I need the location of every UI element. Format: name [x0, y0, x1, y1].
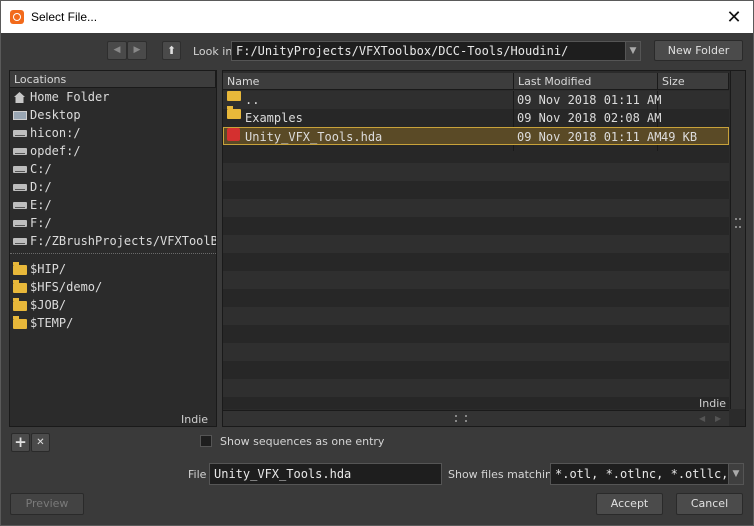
file-name: Examples [245, 111, 303, 125]
file-name-input[interactable]: Unity_VFX_Tools.hda [209, 463, 442, 485]
location-drive-f[interactable]: F:/ [10, 214, 216, 232]
horizontal-scrollbar[interactable]: ◀ ▶ [223, 410, 729, 426]
bookmark-temp[interactable]: $TEMP/ [10, 314, 216, 332]
location-label: F:/ZBrushProjects/VFXToolB [30, 234, 216, 248]
chevron-down-icon: ▼ [629, 46, 637, 56]
location-label: E:/ [30, 198, 52, 212]
drive-icon [13, 148, 27, 155]
location-home-folder[interactable]: Home Folder [10, 88, 216, 106]
bookmark-hip[interactable]: $HIP/ [10, 260, 216, 278]
folder-icon [13, 262, 27, 275]
up-directory-button[interactable]: ⬆ [162, 41, 181, 60]
vertical-scrollbar[interactable] [730, 71, 745, 409]
show-sequences-label: Show sequences as one entry [220, 435, 385, 448]
scroll-grip-icon [735, 218, 741, 228]
file-filter-field[interactable]: *.otl, *.otlnc, *.otllc, [550, 463, 729, 485]
location-zbrush-projects[interactable]: F:/ZBrushProjects/VFXToolB [10, 232, 216, 250]
desktop-icon [13, 111, 27, 120]
drive-icon [13, 166, 27, 173]
scroll-left-icon[interactable]: ◀ [699, 414, 705, 423]
file-modified: 09 Nov 2018 02:08 AM [517, 111, 662, 125]
drive-icon [13, 130, 27, 137]
add-location-button[interactable]: + [11, 433, 30, 452]
drive-icon [13, 184, 27, 191]
location-label: Desktop [30, 108, 81, 122]
location-drive-e[interactable]: E:/ [10, 196, 216, 214]
back-button[interactable]: ◀ [107, 41, 127, 60]
close-icon[interactable]: ✕ [723, 6, 745, 28]
file-list-panel: Name Last Modified Size .. 09 Nov 2018 0… [222, 70, 746, 427]
folder-icon [13, 316, 27, 329]
bookmark-label: $TEMP/ [30, 316, 74, 330]
new-folder-button[interactable]: New Folder [654, 40, 743, 61]
filter-dropdown-button[interactable]: ▼ [728, 463, 744, 485]
drive-icon [13, 238, 27, 245]
folder-icon [227, 91, 241, 101]
path-dropdown-button[interactable]: ▼ [625, 41, 641, 61]
bookmark-label: $JOB/ [30, 298, 67, 312]
folder-icon [227, 106, 241, 119]
plus-icon: + [14, 433, 27, 451]
drive-icon [13, 220, 27, 227]
location-opdef[interactable]: opdef:/ [10, 142, 216, 160]
look-in-label: Look in [193, 45, 233, 58]
chevron-down-icon: ▼ [732, 469, 740, 479]
column-header-name[interactable]: Name [223, 73, 514, 90]
look-in-path-field[interactable]: F:/UnityProjects/VFXToolbox/DCC-Tools/Ho… [231, 41, 627, 61]
forward-arrow-icon: ▶ [133, 45, 141, 55]
cancel-button[interactable]: Cancel [676, 493, 743, 515]
preview-button[interactable]: Preview [10, 493, 84, 515]
show-sequences-checkbox[interactable] [200, 435, 212, 447]
file-label: File [188, 468, 207, 481]
location-label: opdef:/ [30, 144, 81, 158]
location-label: hicon:/ [30, 126, 81, 140]
location-hicon[interactable]: hicon:/ [10, 124, 216, 142]
bookmark-label: $HFS/demo/ [30, 280, 103, 294]
file-size: 49 KB [661, 130, 698, 144]
close-icon: ✕ [36, 437, 45, 448]
location-label: F:/ [30, 216, 52, 230]
file-row[interactable]: .. 09 Nov 2018 01:11 AM [223, 91, 729, 109]
hda-icon [227, 128, 240, 141]
scroll-grip-icon [455, 415, 467, 422]
locations-header: Locations [10, 71, 216, 88]
location-label: D:/ [30, 180, 52, 194]
file-name: Unity_VFX_Tools.hda [245, 130, 383, 144]
file-list-body: .. 09 Nov 2018 01:11 AM Examples 09 Nov … [223, 91, 729, 409]
location-label: C:/ [30, 162, 52, 176]
scroll-right-icon[interactable]: ▶ [715, 414, 721, 423]
indie-watermark: Indie [181, 413, 209, 426]
column-header-last-modified[interactable]: Last Modified [514, 73, 658, 90]
bookmark-job[interactable]: $JOB/ [10, 296, 216, 314]
file-name: .. [245, 93, 260, 107]
filter-label: Show files matching [448, 468, 559, 481]
remove-location-button[interactable]: ✕ [31, 433, 50, 452]
forward-button[interactable]: ▶ [127, 41, 147, 60]
location-desktop[interactable]: Desktop [10, 106, 216, 124]
houdini-logo-icon [10, 10, 24, 24]
window-title: Select File... [31, 10, 98, 24]
column-header-size[interactable]: Size [658, 73, 729, 90]
folder-icon [13, 298, 27, 311]
bookmark-hfs-demo[interactable]: $HFS/demo/ [10, 278, 216, 296]
up-arrow-icon: ⬆ [166, 44, 177, 57]
locations-divider[interactable] [10, 253, 216, 256]
select-file-dialog: Select File... ✕ ◀ ▶ ⬆ Look in F:/UnityP… [0, 0, 754, 526]
file-row-selected[interactable]: Unity_VFX_Tools.hda 09 Nov 2018 01:11 AM… [223, 127, 729, 145]
home-icon [14, 92, 25, 103]
back-arrow-icon: ◀ [113, 45, 121, 55]
title-bar: Select File... ✕ [1, 1, 753, 33]
location-drive-c[interactable]: C:/ [10, 160, 216, 178]
folder-icon [13, 280, 27, 293]
file-modified: 09 Nov 2018 01:11 AM [517, 130, 662, 144]
indie-watermark: Indie [699, 397, 727, 410]
location-drive-d[interactable]: D:/ [10, 178, 216, 196]
bookmark-label: $HIP/ [30, 262, 67, 276]
locations-panel: Locations Home Folder Desktop hicon:/ op… [9, 70, 217, 427]
file-modified: 09 Nov 2018 01:11 AM [517, 93, 662, 107]
location-label: Home Folder [30, 90, 110, 104]
drive-icon [13, 202, 27, 209]
file-row[interactable]: Examples 09 Nov 2018 02:08 AM [223, 106, 729, 127]
accept-button[interactable]: Accept [596, 493, 663, 515]
